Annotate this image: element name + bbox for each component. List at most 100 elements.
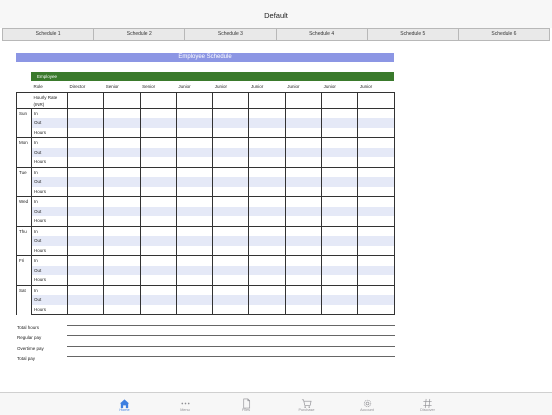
schedule-cell[interactable] — [212, 225, 250, 236]
schedule-cell[interactable] — [285, 157, 323, 168]
schedule-cell[interactable] — [140, 236, 177, 246]
schedule-cell[interactable] — [321, 137, 359, 148]
schedule-cell[interactable] — [357, 216, 395, 227]
schedule-cell[interactable] — [357, 186, 395, 197]
schedule-cell[interactable] — [248, 216, 286, 227]
schedule-cell[interactable] — [176, 157, 214, 168]
schedule-cell[interactable] — [176, 206, 214, 216]
schedule-cell[interactable] — [321, 147, 359, 157]
schedule-cell[interactable] — [357, 255, 395, 266]
schedule-cell[interactable] — [248, 236, 286, 246]
schedule-cell[interactable] — [103, 255, 141, 266]
schedule-cell[interactable] — [103, 196, 141, 207]
schedule-cell[interactable] — [212, 118, 250, 128]
schedule-cell[interactable] — [140, 166, 177, 177]
schedule-cell[interactable] — [357, 107, 395, 118]
schedule-cell[interactable] — [176, 166, 214, 177]
nav-purchase[interactable]: Purchase — [287, 396, 327, 412]
schedule-cell[interactable] — [140, 127, 177, 138]
schedule-cell[interactable] — [357, 127, 395, 138]
schedule-cell[interactable] — [285, 275, 323, 286]
role-column-header[interactable]: Junior — [176, 82, 212, 92]
schedule-cell[interactable] — [248, 284, 286, 295]
schedule-cell[interactable] — [357, 147, 395, 157]
schedule-cell[interactable] — [212, 196, 250, 207]
schedule-cell[interactable] — [140, 177, 177, 187]
tab-schedule-3[interactable]: Schedule 3 — [185, 29, 277, 40]
schedule-cell[interactable] — [321, 295, 359, 305]
role-column-header[interactable]: Junior — [358, 82, 394, 92]
schedule-cell[interactable] — [212, 186, 250, 197]
nav-home[interactable]: Home — [105, 396, 145, 412]
schedule-cell[interactable] — [212, 295, 250, 305]
schedule-cell[interactable] — [140, 255, 177, 266]
schedule-cell[interactable] — [67, 127, 105, 138]
schedule-cell[interactable] — [248, 304, 286, 315]
schedule-cell[interactable] — [321, 284, 359, 295]
schedule-cell[interactable] — [285, 295, 323, 305]
schedule-cell[interactable] — [140, 216, 177, 227]
schedule-cell[interactable] — [176, 245, 214, 256]
schedule-cell[interactable] — [103, 186, 141, 197]
schedule-cell[interactable] — [321, 127, 359, 138]
schedule-cell[interactable] — [212, 255, 250, 266]
schedule-cell[interactable] — [357, 157, 395, 168]
schedule-cell[interactable] — [103, 295, 141, 305]
schedule-cell[interactable] — [140, 196, 177, 207]
schedule-cell[interactable] — [103, 265, 141, 275]
nav-account[interactable]: Account — [347, 396, 387, 412]
schedule-cell[interactable] — [103, 304, 141, 315]
schedule-cell[interactable] — [357, 206, 395, 216]
schedule-cell[interactable] — [321, 206, 359, 216]
schedule-cell[interactable] — [103, 275, 141, 286]
role-column-header[interactable]: Senior — [104, 82, 140, 92]
schedule-cell[interactable] — [321, 265, 359, 275]
schedule-cell[interactable] — [67, 265, 105, 275]
schedule-cell[interactable] — [103, 157, 141, 168]
schedule-cell[interactable] — [176, 284, 214, 295]
schedule-cell[interactable] — [140, 157, 177, 168]
schedule-cell[interactable] — [212, 265, 250, 275]
total-value-line[interactable] — [67, 345, 395, 347]
tab-schedule-2[interactable]: Schedule 2 — [94, 29, 186, 40]
schedule-cell[interactable] — [212, 216, 250, 227]
role-column-header[interactable]: Junior — [213, 82, 249, 92]
schedule-cell[interactable] — [212, 206, 250, 216]
total-value-line[interactable] — [67, 355, 395, 357]
schedule-cell[interactable] — [285, 166, 323, 177]
employee-header[interactable]: Employee — [31, 72, 394, 81]
schedule-cell[interactable] — [357, 304, 395, 315]
schedule-cell[interactable] — [176, 177, 214, 187]
rate-cell[interactable] — [176, 91, 214, 109]
schedule-cell[interactable] — [248, 206, 286, 216]
schedule-cell[interactable] — [176, 137, 214, 148]
schedule-cell[interactable] — [212, 127, 250, 138]
schedule-cell[interactable] — [212, 304, 250, 315]
rate-cell[interactable] — [67, 91, 105, 109]
schedule-cell[interactable] — [321, 216, 359, 227]
schedule-cell[interactable] — [212, 166, 250, 177]
schedule-cell[interactable] — [140, 295, 177, 305]
schedule-cell[interactable] — [357, 245, 395, 256]
schedule-cell[interactable] — [67, 107, 105, 118]
schedule-cell[interactable] — [140, 118, 177, 128]
schedule-cell[interactable] — [357, 275, 395, 286]
schedule-cell[interactable] — [321, 118, 359, 128]
schedule-cell[interactable] — [321, 157, 359, 168]
schedule-cell[interactable] — [321, 186, 359, 197]
schedule-cell[interactable] — [103, 166, 141, 177]
schedule-cell[interactable] — [140, 206, 177, 216]
schedule-cell[interactable] — [248, 137, 286, 148]
schedule-cell[interactable] — [212, 147, 250, 157]
schedule-cell[interactable] — [248, 177, 286, 187]
schedule-cell[interactable] — [321, 275, 359, 286]
schedule-cell[interactable] — [140, 265, 177, 275]
schedule-cell[interactable] — [176, 127, 214, 138]
schedule-cell[interactable] — [176, 275, 214, 286]
schedule-cell[interactable] — [321, 177, 359, 187]
schedule-cell[interactable] — [176, 118, 214, 128]
schedule-cell[interactable] — [212, 107, 250, 118]
schedule-cell[interactable] — [67, 236, 105, 246]
schedule-cell[interactable] — [321, 196, 359, 207]
schedule-cell[interactable] — [357, 284, 395, 295]
